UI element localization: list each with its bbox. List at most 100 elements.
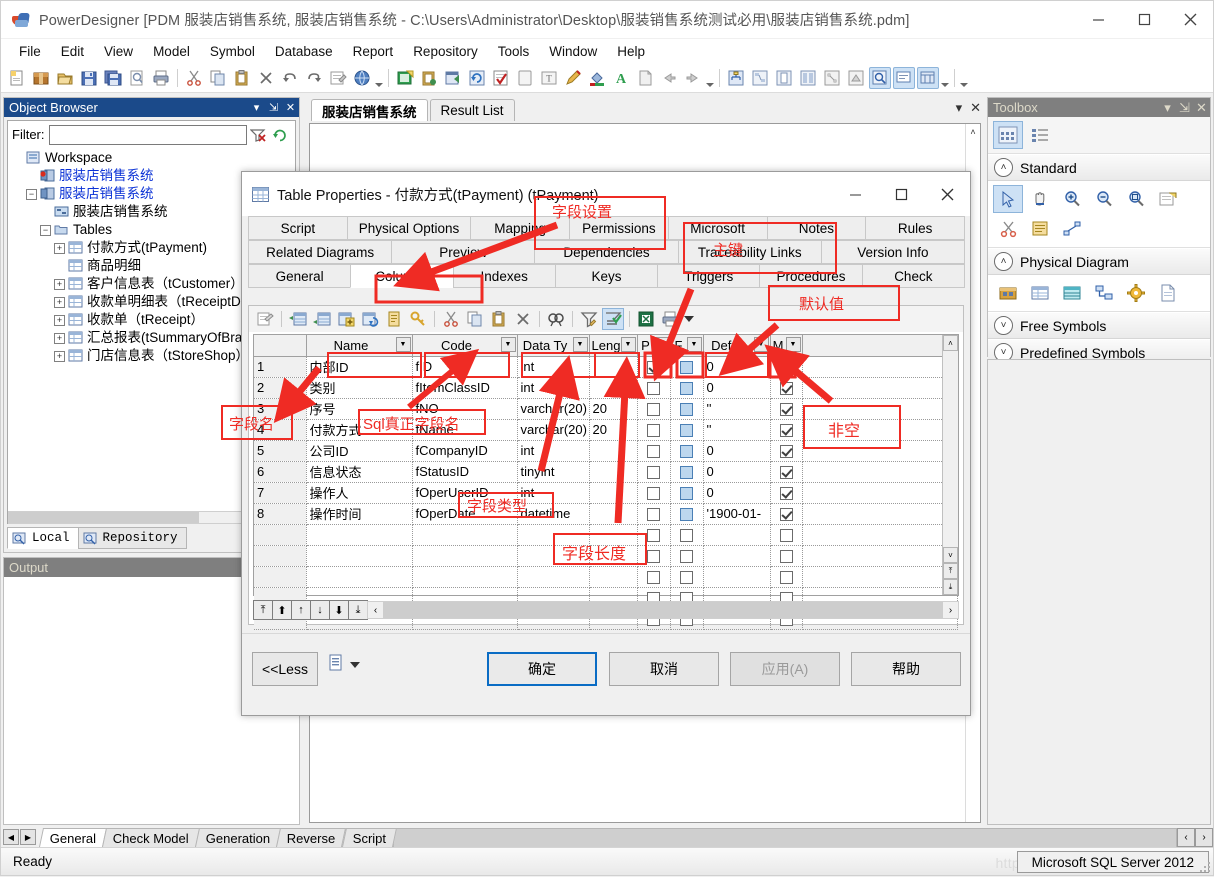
grid-cell-checkbox[interactable] xyxy=(770,482,803,504)
note-icon[interactable] xyxy=(1025,215,1055,243)
save-icon[interactable] xyxy=(78,67,100,89)
dialog-minimize-button[interactable] xyxy=(832,172,878,216)
checkbox[interactable] xyxy=(647,487,660,501)
grid-cell-default[interactable]: '1900-01- xyxy=(703,503,771,525)
grid-col-header-f[interactable]: F ▼ xyxy=(670,335,704,357)
grid-cell-default[interactable]: 0 xyxy=(703,356,771,378)
file-icon[interactable] xyxy=(1153,279,1183,307)
grid-cell-default[interactable]: 0 xyxy=(703,461,771,483)
new-diagram-icon[interactable] xyxy=(394,67,416,89)
grid-cell-length[interactable] xyxy=(589,482,638,504)
grid-cell-checkbox[interactable] xyxy=(637,377,671,399)
dialog-tab-triggers[interactable]: Triggers xyxy=(657,264,761,288)
grid-cell-spare[interactable] xyxy=(802,440,958,462)
dialog-tab-general[interactable]: General xyxy=(248,264,352,288)
grid-cell-code[interactable]: fOperDate xyxy=(412,503,518,525)
blank-page-icon[interactable] xyxy=(514,67,536,89)
dialog-tab-dependencies[interactable]: Dependencies xyxy=(534,240,679,264)
table-row-empty[interactable] xyxy=(254,524,958,546)
move-last-button[interactable]: ⤓ xyxy=(348,600,368,620)
menu-item-symbol[interactable]: Symbol xyxy=(200,42,265,61)
grid-cell-length[interactable] xyxy=(589,377,638,399)
grid-cell-datatype[interactable]: int xyxy=(517,440,590,462)
grid-cell-datatype[interactable]: int xyxy=(517,482,590,504)
grid-cell-code[interactable]: fStatusID xyxy=(412,461,518,483)
dialog-maximize-button[interactable] xyxy=(878,172,924,216)
grid-cell-checkbox[interactable] xyxy=(670,545,704,567)
expand-icon[interactable]: + xyxy=(54,296,65,308)
grid-cell-default[interactable]: 0 xyxy=(703,377,771,399)
grid-cell-checkbox[interactable] xyxy=(770,377,803,399)
open-icon[interactable] xyxy=(54,67,76,89)
font-color-icon[interactable]: A xyxy=(610,67,632,89)
diagram-grid-icon[interactable] xyxy=(749,67,771,89)
grid-cell-foreign-key[interactable] xyxy=(670,461,704,483)
package-icon[interactable] xyxy=(993,279,1023,307)
grid-cell-code[interactable]: fCompanyID xyxy=(412,440,518,462)
pin-icon[interactable]: ⇲ xyxy=(265,101,282,114)
grid-cell-datatype[interactable]: int xyxy=(517,356,590,378)
grid-cell-name[interactable]: 信息状态 xyxy=(306,461,413,483)
grid-cell-default[interactable]: '' xyxy=(703,398,771,420)
grid-cell-empty[interactable] xyxy=(306,566,413,588)
grid-cell-length[interactable] xyxy=(589,356,638,378)
checkbox[interactable] xyxy=(779,382,793,396)
checkbox[interactable] xyxy=(779,487,793,501)
grid-cell-checkbox[interactable] xyxy=(637,524,671,546)
grid-cell-datatype[interactable]: varchar(20) xyxy=(517,419,590,441)
grid-cell-empty[interactable] xyxy=(517,545,590,567)
align-text-icon[interactable]: T xyxy=(538,67,560,89)
grid-page-up-icon[interactable]: ⤒ xyxy=(943,563,958,579)
key-icon[interactable] xyxy=(407,308,429,330)
toolbar-overflow-1[interactable] xyxy=(374,67,384,89)
grid-cell-empty[interactable] xyxy=(412,524,518,546)
chevron-up-icon[interactable]: ˄ xyxy=(994,158,1013,177)
dialog-tab-check[interactable]: Check xyxy=(861,264,965,288)
checkbox[interactable] xyxy=(680,508,693,522)
column-filter-dropdown-icon[interactable]: ▼ xyxy=(753,337,769,352)
replace-object-icon[interactable] xyxy=(359,308,381,330)
browser-toggle-icon[interactable] xyxy=(869,66,891,89)
row-number[interactable]: 5 xyxy=(254,440,307,462)
help-button[interactable]: 帮助 xyxy=(851,652,961,686)
checkbox[interactable] xyxy=(647,445,660,459)
grid-cell-length[interactable] xyxy=(589,503,638,525)
grid-col-header-name[interactable]: Name ▼ xyxy=(306,335,413,357)
grid-cell-empty[interactable] xyxy=(589,545,638,567)
grid-cell-checkbox[interactable] xyxy=(670,524,704,546)
grid-hscroll-thumb[interactable] xyxy=(383,602,943,618)
grid-cell-checkbox[interactable] xyxy=(770,440,803,462)
collapse-icon[interactable]: − xyxy=(26,188,37,200)
page-icon[interactable] xyxy=(773,67,795,89)
grid-scroll-up-icon[interactable]: ˄ xyxy=(943,335,958,351)
checkbox[interactable] xyxy=(647,508,660,522)
grid-cell-checkbox[interactable] xyxy=(770,398,803,420)
zoom-out-icon[interactable] xyxy=(1089,185,1119,213)
grid-cell-checkbox[interactable] xyxy=(770,566,803,588)
close-button[interactable] xyxy=(1167,1,1213,39)
report-icon[interactable] xyxy=(328,654,344,675)
add-object-icon[interactable] xyxy=(335,308,357,330)
row-number[interactable] xyxy=(254,545,307,567)
pencil-icon[interactable] xyxy=(562,67,584,89)
grid-scroll-right-icon[interactable]: › xyxy=(943,605,958,616)
grid-col-header-code[interactable]: Code ▼ xyxy=(412,335,518,357)
split-view-icon[interactable] xyxy=(797,67,819,89)
grid-cell-code[interactable]: fID xyxy=(412,356,518,378)
dialog-tab-rules[interactable]: Rules xyxy=(865,216,966,240)
grid-cell-code[interactable]: fName xyxy=(412,419,518,441)
table-row[interactable]: 4 付款方式 fName varchar(20) 20 '' xyxy=(254,419,958,441)
document-tab[interactable]: 服装店销售系统 xyxy=(311,99,428,121)
menu-item-tools[interactable]: Tools xyxy=(488,42,540,61)
grid-cell-empty[interactable] xyxy=(703,524,771,546)
grid-cell-foreign-key[interactable] xyxy=(670,377,704,399)
edit-filter-icon[interactable] xyxy=(578,308,600,330)
toolbox-group-physical-diagram[interactable]: ˄ Physical Diagram xyxy=(988,248,1210,275)
toolbox-list-view-icon[interactable] xyxy=(1025,121,1055,149)
bottom-tab-next-icon[interactable]: ▶ xyxy=(20,829,36,845)
grid-cell-spare[interactable] xyxy=(802,419,958,441)
grid-cell-datatype[interactable]: datetime xyxy=(517,503,590,525)
new-package-icon[interactable] xyxy=(30,67,52,89)
column-filter-dropdown-icon[interactable]: ▼ xyxy=(572,337,588,352)
grid-cell-datatype[interactable]: varchar(20) xyxy=(517,398,590,420)
